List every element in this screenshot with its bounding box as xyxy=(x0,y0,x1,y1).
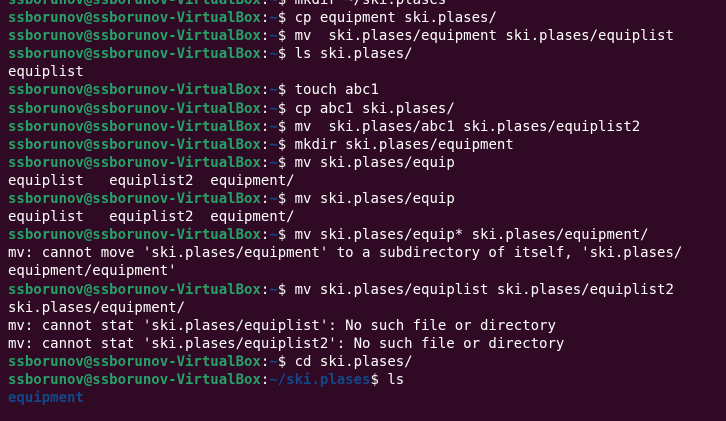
command-text: mv ski.plases/equiplist ski.plases/equip… xyxy=(294,281,674,298)
terminal-line: ssborunov@ssborunov-VirtualBox:~$ mv ski… xyxy=(8,190,726,208)
terminal-line: equiplist equiplist2 equipment/ xyxy=(8,208,726,226)
prompt-dollar: $ xyxy=(277,154,295,171)
prompt-path: ~ xyxy=(269,82,278,99)
terminal-line: ssborunov@ssborunov-VirtualBox:~$ cp equ… xyxy=(8,9,726,27)
prompt-dollar: $ xyxy=(277,191,295,208)
terminal-line: equiplist xyxy=(8,63,726,81)
prompt-user-host: ssborunov@ssborunov-VirtualBox xyxy=(8,154,261,171)
prompt-dollar: $ xyxy=(277,46,295,63)
prompt-dollar: $ xyxy=(277,10,295,27)
prompt-path: ~/ski.plases xyxy=(269,371,371,388)
terminal-line: mv: cannot stat 'ski.plases/equiplist2':… xyxy=(8,335,726,353)
output-text: mv: cannot stat 'ski.plases/equiplist2':… xyxy=(8,335,565,352)
terminal-line: equipment/equipment' xyxy=(8,262,726,280)
prompt-user-host: ssborunov@ssborunov-VirtualBox xyxy=(8,353,261,370)
prompt-path: ~ xyxy=(269,100,278,117)
prompt-dollar: $ xyxy=(277,82,295,99)
terminal-line: ssborunov@ssborunov-VirtualBox:~$ mv ski… xyxy=(8,281,726,299)
terminal-line: ssborunov@ssborunov-VirtualBox:~$ cd ski… xyxy=(8,353,726,371)
prompt-user-host: ssborunov@ssborunov-VirtualBox xyxy=(8,10,261,27)
prompt-user-host: ssborunov@ssborunov-VirtualBox xyxy=(8,227,261,244)
terminal-line: ssborunov@ssborunov-VirtualBox:~$ cp abc… xyxy=(8,100,726,118)
command-text: mv ski.plases/equipment ski.plases/equip… xyxy=(294,28,674,45)
command-text: cp equipment ski.plases/ xyxy=(294,10,497,27)
command-text: cp abc1 ski.plases/ xyxy=(294,100,455,117)
terminal-output: ssborunov@ssborunov-VirtualBox:~$ mkdir … xyxy=(8,0,726,407)
prompt-path: ~ xyxy=(269,281,278,298)
terminal-line: ssborunov@ssborunov-VirtualBox:~/ski.pla… xyxy=(8,371,726,389)
prompt-dollar: $ xyxy=(277,118,295,135)
terminal-line: ski.plases/equipment/ xyxy=(8,299,726,317)
prompt-path: ~ xyxy=(269,118,278,135)
command-text: mv ski.plases/equip* ski.plases/equipmen… xyxy=(294,227,649,244)
command-text: ls xyxy=(387,371,405,388)
output-text: mv: cannot move 'ski.plases/equipment' t… xyxy=(8,245,683,262)
output-text: mv: cannot stat 'ski.plases/equiplist': … xyxy=(8,317,556,334)
terminal-line: ssborunov@ssborunov-VirtualBox:~$ mv ski… xyxy=(8,118,726,136)
prompt-dollar: $ xyxy=(277,136,295,153)
prompt-dollar: $ xyxy=(277,28,295,45)
command-text: mkdir ski.plases/equipment xyxy=(294,136,514,153)
prompt-user-host: ssborunov@ssborunov-VirtualBox xyxy=(8,28,261,45)
output-text: equipment/equipment' xyxy=(8,263,177,280)
prompt-user-host: ssborunov@ssborunov-VirtualBox xyxy=(8,136,261,153)
output-text: equiplist equiplist2 equipment/ xyxy=(8,172,295,189)
prompt-dollar: $ xyxy=(277,353,295,370)
prompt-path: ~ xyxy=(269,136,278,153)
command-text: mv ski.plases/equip xyxy=(294,154,455,171)
prompt-path: ~ xyxy=(269,353,278,370)
prompt-user-host: ssborunov@ssborunov-VirtualBox xyxy=(8,82,261,99)
prompt-dollar: $ xyxy=(277,0,295,8)
command-text: touch abc1 xyxy=(294,82,379,99)
prompt-path: ~ xyxy=(269,227,278,244)
command-text: ls ski.plases/ xyxy=(294,46,413,63)
terminal-line: ssborunov@ssborunov-VirtualBox:~$ touch … xyxy=(8,81,726,99)
prompt-dollar: $ xyxy=(370,371,388,388)
terminal-line: mv: cannot move 'ski.plases/equipment' t… xyxy=(8,244,726,262)
terminal-line: ssborunov@ssborunov-VirtualBox:~$ ls ski… xyxy=(8,45,726,63)
output-text: equiplist xyxy=(8,64,84,81)
terminal-line: equiplist equiplist2 equipment/ xyxy=(8,172,726,190)
prompt-path: ~ xyxy=(269,191,278,208)
prompt-path: ~ xyxy=(269,0,278,8)
output-text: ski.plases/equipment/ xyxy=(8,299,186,316)
prompt-dollar: $ xyxy=(277,227,295,244)
prompt-path: ~ xyxy=(269,154,278,171)
prompt-user-host: ssborunov@ssborunov-VirtualBox xyxy=(8,46,261,63)
terminal-line: ssborunov@ssborunov-VirtualBox:~$ mv ski… xyxy=(8,154,726,172)
command-text: mv ski.plases/equip xyxy=(294,191,455,208)
terminal-line: mv: cannot stat 'ski.plases/equiplist': … xyxy=(8,317,726,335)
prompt-user-host: ssborunov@ssborunov-VirtualBox xyxy=(8,281,261,298)
prompt-user-host: ssborunov@ssborunov-VirtualBox xyxy=(8,371,261,388)
command-text: mkdir ~/ski.plases xyxy=(294,0,447,8)
command-text: mv ski.plases/abc1 ski.plases/equiplist2 xyxy=(294,118,641,135)
prompt-path: ~ xyxy=(269,46,278,63)
prompt-user-host: ssborunov@ssborunov-VirtualBox xyxy=(8,191,261,208)
command-text: cd ski.plases/ xyxy=(294,353,413,370)
prompt-user-host: ssborunov@ssborunov-VirtualBox xyxy=(8,118,261,135)
prompt-user-host: ssborunov@ssborunov-VirtualBox xyxy=(8,0,261,8)
directory-entry: equipment xyxy=(8,390,84,407)
prompt-dollar: $ xyxy=(277,100,295,117)
prompt-dollar: $ xyxy=(277,281,295,298)
prompt-path: ~ xyxy=(269,28,278,45)
output-text: equiplist equiplist2 equipment/ xyxy=(8,209,295,226)
terminal-line: ssborunov@ssborunov-VirtualBox:~$ mv ski… xyxy=(8,27,726,45)
prompt-path: ~ xyxy=(269,10,278,27)
terminal-line: ssborunov@ssborunov-VirtualBox:~$ mv ski… xyxy=(8,226,726,244)
terminal-window[interactable]: ssborunov@ssborunov-VirtualBox:~$ mkdir … xyxy=(0,0,726,421)
terminal-line: ssborunov@ssborunov-VirtualBox:~$ mkdir … xyxy=(8,136,726,154)
prompt-user-host: ssborunov@ssborunov-VirtualBox xyxy=(8,100,261,117)
terminal-line: ssborunov@ssborunov-VirtualBox:~$ mkdir … xyxy=(8,0,726,9)
terminal-line: equipment xyxy=(8,389,726,407)
